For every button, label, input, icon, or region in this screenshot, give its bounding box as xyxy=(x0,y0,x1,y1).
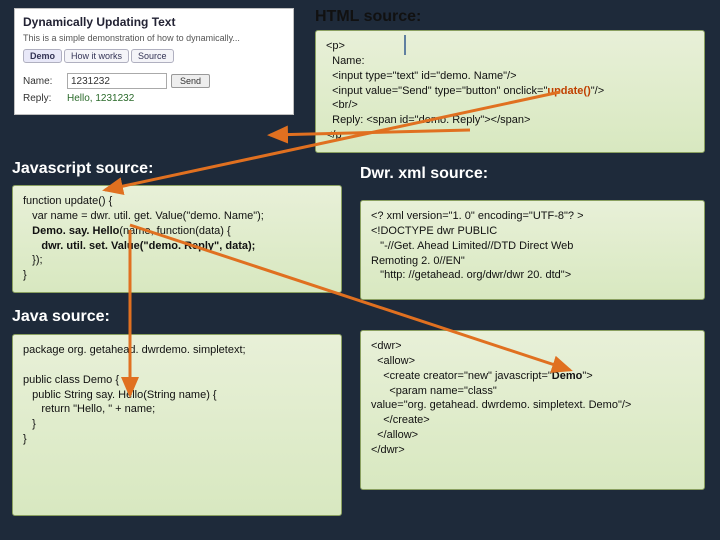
code-line: (name, function(data) { xyxy=(119,225,230,237)
code-line: } xyxy=(23,269,27,281)
code-line: <create creator="new" javascript=" xyxy=(371,370,552,382)
tab-demo[interactable]: Demo xyxy=(23,49,62,63)
code-line: Name: xyxy=(326,55,365,67)
code-line: </p xyxy=(326,129,342,141)
code-line: <input value="Send" type="button" onclic… xyxy=(326,85,547,97)
code-highlight-setvalue: dwr. util. set. Value("demo. Reply", dat… xyxy=(41,240,255,252)
java-source-code: package org. getahead. dwrdemo. simplete… xyxy=(12,334,342,516)
code-line: <allow> xyxy=(371,355,415,367)
code-line: } xyxy=(23,433,27,445)
code-line: <? xml version="1. 0" encoding="UTF-8"? … xyxy=(371,210,584,222)
code-highlight-demo-sayhello: Demo. say. Hello xyxy=(32,225,119,237)
reply-label: Reply: xyxy=(23,93,63,104)
demo-title: Dynamically Updating Text xyxy=(23,15,285,29)
javascript-source-heading: Javascript source: xyxy=(12,160,153,178)
dwr-xml-body-code: <dwr> <allow> <create creator="new" java… xyxy=(360,330,705,490)
code-line: </allow> xyxy=(371,429,418,441)
code-highlight-update: update() xyxy=(547,85,590,97)
code-line: <p> xyxy=(326,40,345,52)
code-line: package org. getahead. dwrdemo. simplete… xyxy=(23,344,246,356)
code-line: </dwr> xyxy=(371,444,405,456)
java-source-heading: Java source: xyxy=(12,308,110,326)
reply-value: Hello, 1231232 xyxy=(67,93,134,104)
code-line: Reply: <span id="demo. Reply"></span> xyxy=(326,114,530,126)
code-line: "> xyxy=(582,370,592,382)
code-line: <input type="text" id="demo. Name"/> xyxy=(326,70,517,82)
html-source-heading: HTML source: xyxy=(315,8,421,26)
tab-source[interactable]: Source xyxy=(131,49,174,63)
code-line: var name = dwr. util. get. Value("demo. … xyxy=(23,210,264,222)
code-line: "-//Get. Ahead Limited//DTD Direct Web xyxy=(371,240,573,252)
code-line: public String say. Hello(String name) { xyxy=(23,389,217,401)
tab-how-it-works[interactable]: How it works xyxy=(64,49,129,63)
code-line: <dwr> xyxy=(371,340,402,352)
dwr-xml-header-code: <? xml version="1. 0" encoding="UTF-8"? … xyxy=(360,200,705,300)
code-line: </create> xyxy=(371,414,430,426)
name-label: Name: xyxy=(23,76,63,87)
code-line: } xyxy=(23,418,36,430)
code-line: value="org. getahead. dwrdemo. simpletex… xyxy=(371,399,631,411)
code-line: "/> xyxy=(591,85,604,97)
send-button[interactable]: Send xyxy=(171,74,210,88)
code-line: return "Hello, " + name; xyxy=(23,403,155,415)
demo-tabs: Demo How it works Source xyxy=(23,49,285,63)
code-line: }); xyxy=(23,254,43,266)
code-line xyxy=(23,225,32,237)
name-input[interactable]: 1231232 xyxy=(67,73,167,89)
code-line xyxy=(23,240,41,252)
demo-screenshot: Dynamically Updating Text This is a simp… xyxy=(14,8,294,115)
code-line: function update() { xyxy=(23,195,112,207)
code-line: <br/> xyxy=(326,99,358,111)
javascript-source-code: function update() { var name = dwr. util… xyxy=(12,185,342,293)
code-line: public class Demo { xyxy=(23,374,119,386)
code-line: "http: //getahead. org/dwr/dwr 20. dtd"> xyxy=(371,269,571,281)
code-highlight-demo: Demo xyxy=(552,370,583,382)
html-source-code: <p> Name: <input type="text" id="demo. N… xyxy=(315,30,705,153)
demo-description: This is a simple demonstration of how to… xyxy=(23,33,285,43)
code-line: Remoting 2. 0//EN" xyxy=(371,255,465,267)
dwr-xml-source-heading: Dwr. xml source: xyxy=(360,165,488,183)
code-line: <param name="class" xyxy=(371,385,497,397)
code-line: <!DOCTYPE dwr PUBLIC xyxy=(371,225,497,237)
